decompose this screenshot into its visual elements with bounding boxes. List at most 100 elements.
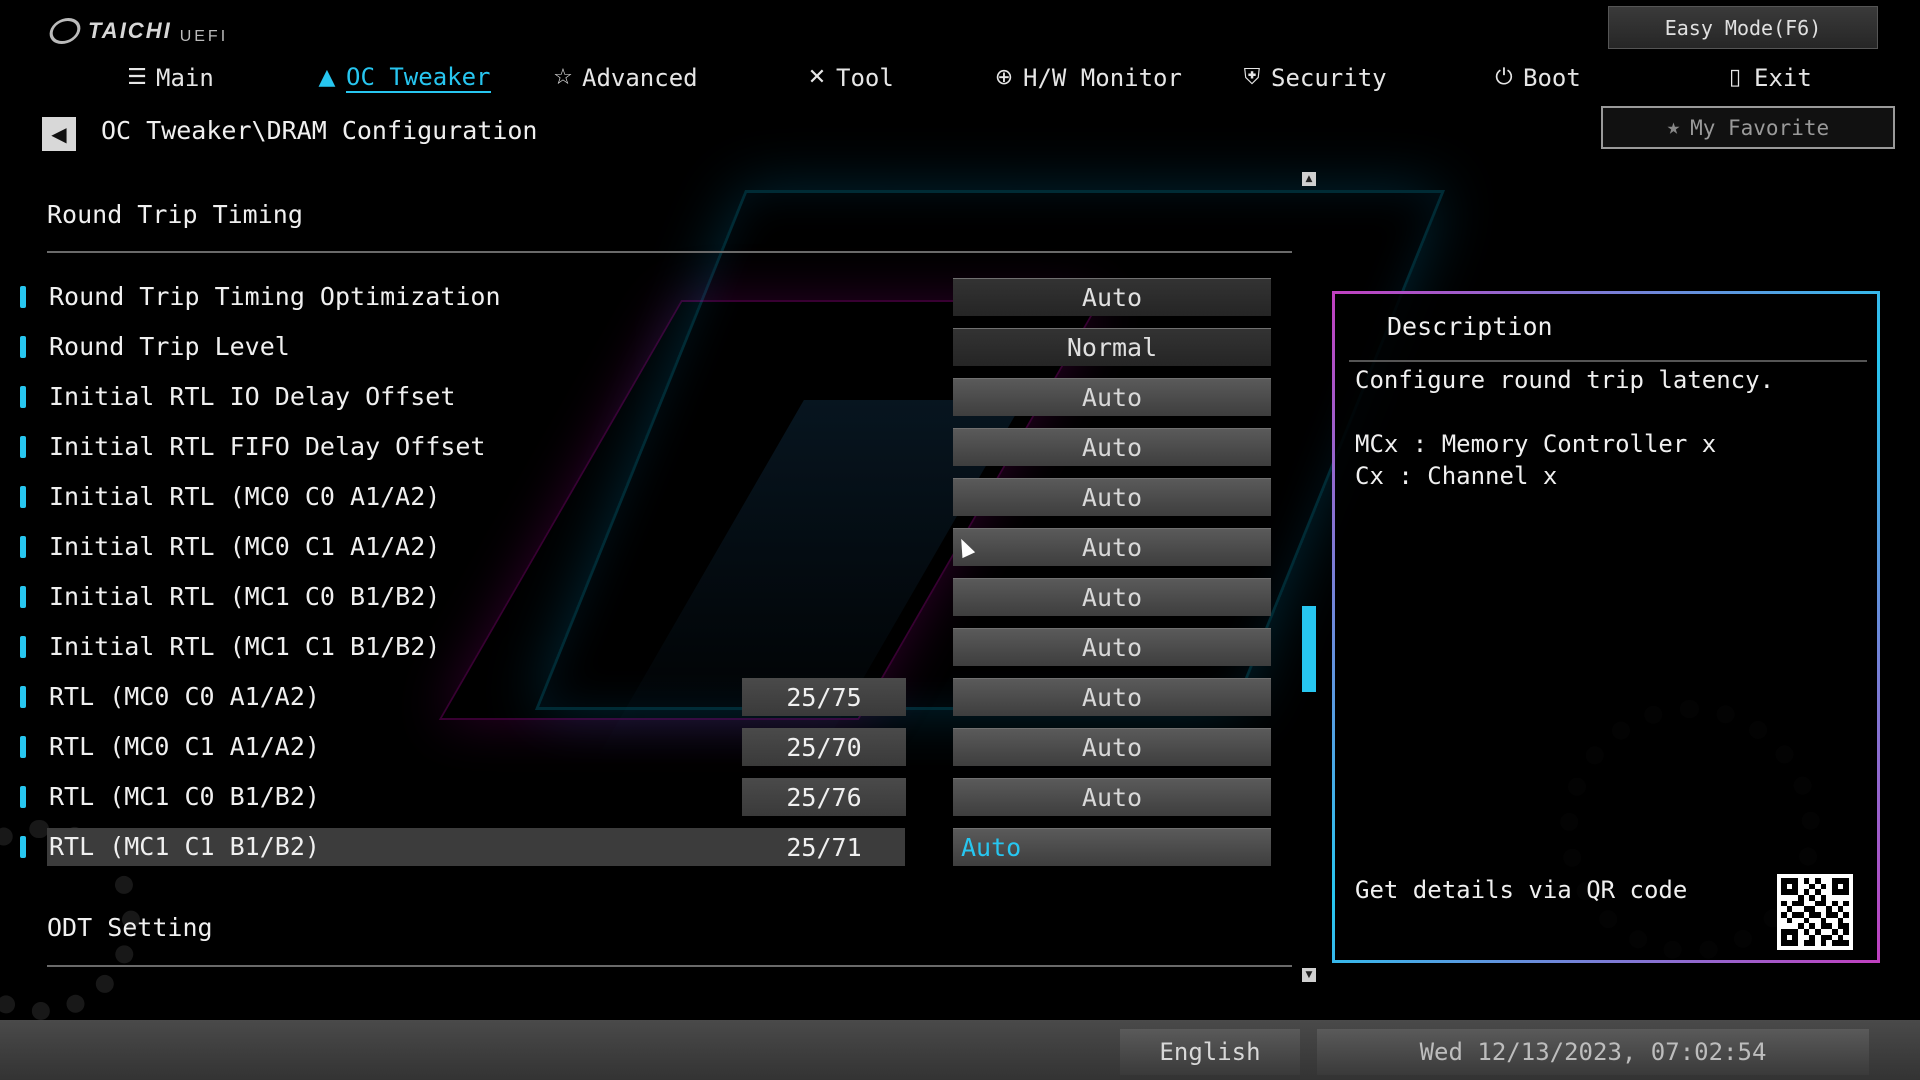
setting-row-initial-rtl-mc0-c0[interactable]: Initial RTL (MC0 C0 A1/A2) Auto xyxy=(20,478,1275,516)
tab-oc-tweaker[interactable]: ▲ OC Tweaker xyxy=(314,58,491,98)
setting-label: RTL (MC1 C0 B1/B2) xyxy=(49,782,320,811)
section-title-round-trip: Round Trip Timing xyxy=(47,200,303,229)
setting-label: RTL (MC1 C1 B1/B2) xyxy=(49,832,320,861)
row-marker xyxy=(20,486,26,508)
star-icon: ★ xyxy=(1666,115,1681,140)
setting-value-input[interactable]: Auto xyxy=(953,578,1271,616)
description-divider xyxy=(1349,360,1867,362)
setting-row-initial-rtl-fifo-delay-offset[interactable]: Initial RTL FIFO Delay Offset Auto xyxy=(20,428,1275,466)
setting-label: Initial RTL (MC1 C0 B1/B2) xyxy=(49,582,441,611)
setting-row-rtl-mc1-c1[interactable]: RTL (MC1 C1 B1/B2) 25/71 Auto xyxy=(20,828,1275,866)
date-time-display[interactable]: Wed 12/13/2023, 07:02:54 xyxy=(1317,1029,1869,1075)
row-marker xyxy=(20,436,26,458)
setting-label: RTL (MC0 C0 A1/A2) xyxy=(49,682,320,711)
breadcrumb: OC Tweaker\DRAM Configuration xyxy=(101,116,538,145)
setting-value-input[interactable]: Auto xyxy=(953,678,1271,716)
description-line-cx: Cx : Channel x xyxy=(1355,462,1558,490)
tab-label: Tool xyxy=(836,64,894,92)
setting-value-input[interactable]: Auto xyxy=(953,628,1271,666)
tab-security[interactable]: ⛨ Security xyxy=(1239,58,1387,98)
tab-tool[interactable]: ✕ Tool xyxy=(804,58,894,98)
main-nav: ☰ Main ▲ OC Tweaker ☆ Advanced ✕ Tool ⊕ … xyxy=(0,58,1920,98)
description-panel: Description Configure round trip latency… xyxy=(1332,291,1880,963)
setting-row-initial-rtl-io-delay-offset[interactable]: Initial RTL IO Delay Offset Auto xyxy=(20,378,1275,416)
setting-row-round-trip-level[interactable]: Round Trip Level Normal xyxy=(20,328,1275,366)
back-button[interactable]: ◀ xyxy=(42,117,76,151)
brand-sub: UEFI xyxy=(179,28,229,45)
row-marker xyxy=(20,636,26,658)
description-title: Description xyxy=(1387,312,1553,341)
rocket-icon: ▲ xyxy=(318,65,336,90)
tab-label: Main xyxy=(156,64,214,92)
tab-label: Exit xyxy=(1754,64,1812,92)
scroll-down-arrow-icon[interactable]: ▼ xyxy=(1302,968,1316,982)
row-marker xyxy=(20,286,26,308)
tab-label: Boot xyxy=(1523,64,1581,92)
row-marker xyxy=(20,736,26,758)
list-icon: ☰ xyxy=(127,65,147,90)
row-marker xyxy=(20,686,26,708)
tab-label: Security xyxy=(1271,64,1387,92)
tools-icon: ✕ xyxy=(807,65,827,90)
tab-label: Advanced xyxy=(582,64,698,92)
setting-value-input[interactable]: Auto xyxy=(953,478,1271,516)
setting-row-rtl-mc1-c0[interactable]: RTL (MC1 C0 B1/B2) 25/76 Auto xyxy=(20,778,1275,816)
description-text: Configure round trip latency. xyxy=(1355,366,1775,394)
shield-icon: ⛨ xyxy=(1243,65,1261,90)
setting-label: Initial RTL (MC0 C0 A1/A2) xyxy=(49,482,441,511)
setting-value-dropdown[interactable]: Auto xyxy=(953,278,1271,316)
brand-logo: TAICHI UEFI xyxy=(46,14,229,48)
current-value: 25/71 xyxy=(786,832,862,862)
setting-value-dropdown[interactable]: Normal xyxy=(953,328,1271,366)
current-value: 25/75 xyxy=(742,678,906,716)
setting-label: Round Trip Timing Optimization xyxy=(49,282,501,311)
qr-code-icon[interactable] xyxy=(1777,874,1853,950)
row-marker xyxy=(20,786,26,808)
exit-door-icon: ▯ xyxy=(1728,65,1742,90)
setting-row-initial-rtl-mc0-c1[interactable]: Initial RTL (MC0 C1 A1/A2) Auto xyxy=(20,528,1275,566)
setting-value-input[interactable]: Auto xyxy=(953,528,1271,566)
setting-row-rtl-mc0-c0[interactable]: RTL (MC0 C0 A1/A2) 25/75 Auto xyxy=(20,678,1275,716)
section-title-odt-setting: ODT Setting xyxy=(47,913,213,942)
setting-row-initial-rtl-mc1-c0[interactable]: Initial RTL (MC1 C0 B1/B2) Auto xyxy=(20,578,1275,616)
setting-label: Initial RTL IO Delay Offset xyxy=(49,382,456,411)
setting-label: Initial RTL FIFO Delay Offset xyxy=(49,432,486,461)
row-marker xyxy=(20,386,26,408)
tab-main[interactable]: ☰ Main xyxy=(124,58,214,98)
setting-value-input[interactable]: Auto xyxy=(953,378,1271,416)
setting-label: Round Trip Level xyxy=(49,332,290,361)
my-favorite-button[interactable]: ★ My Favorite xyxy=(1601,106,1895,149)
setting-value-input[interactable]: Auto xyxy=(953,428,1271,466)
tab-advanced[interactable]: ☆ Advanced xyxy=(550,58,698,98)
crosshair-icon: ⊕ xyxy=(994,65,1014,90)
row-marker xyxy=(20,536,26,558)
setting-value-input[interactable]: Auto xyxy=(953,828,1271,866)
setting-label: Initial RTL (MC1 C1 B1/B2) xyxy=(49,632,441,661)
setting-value-input[interactable]: Auto xyxy=(953,728,1271,766)
tab-hw-monitor[interactable]: ⊕ H/W Monitor xyxy=(991,58,1182,98)
easy-mode-button[interactable]: Easy Mode(F6) xyxy=(1608,6,1878,49)
power-icon: ⏻ xyxy=(1495,65,1513,90)
setting-row-round-trip-timing-optimization[interactable]: Round Trip Timing Optimization Auto xyxy=(20,278,1275,316)
language-button[interactable]: English xyxy=(1120,1029,1300,1075)
star-icon: ☆ xyxy=(553,65,573,90)
row-marker xyxy=(20,586,26,608)
tab-boot[interactable]: ⏻ Boot xyxy=(1491,58,1581,98)
tab-label: H/W Monitor xyxy=(1023,64,1182,92)
setting-value-input[interactable]: Auto xyxy=(953,778,1271,816)
back-arrow-icon: ◀ xyxy=(51,122,67,146)
setting-label: RTL (MC0 C1 A1/A2) xyxy=(49,732,320,761)
setting-row-rtl-mc0-c1[interactable]: RTL (MC0 C1 A1/A2) 25/70 Auto xyxy=(20,728,1275,766)
my-favorite-label: My Favorite xyxy=(1690,115,1830,140)
row-marker xyxy=(20,336,26,358)
setting-label: Initial RTL (MC0 C1 A1/A2) xyxy=(49,532,441,561)
row-marker xyxy=(20,836,26,858)
section-divider xyxy=(47,251,1292,253)
scrollbar-thumb[interactable] xyxy=(1302,606,1316,692)
brand-name: TAICHI xyxy=(88,18,172,43)
setting-row-initial-rtl-mc1-c1[interactable]: Initial RTL (MC1 C1 B1/B2) Auto xyxy=(20,628,1275,666)
section-divider xyxy=(47,965,1292,967)
tab-exit[interactable]: ▯ Exit xyxy=(1722,58,1812,98)
scroll-up-arrow-icon[interactable]: ▲ xyxy=(1302,172,1316,186)
current-value: 25/76 xyxy=(742,778,906,816)
